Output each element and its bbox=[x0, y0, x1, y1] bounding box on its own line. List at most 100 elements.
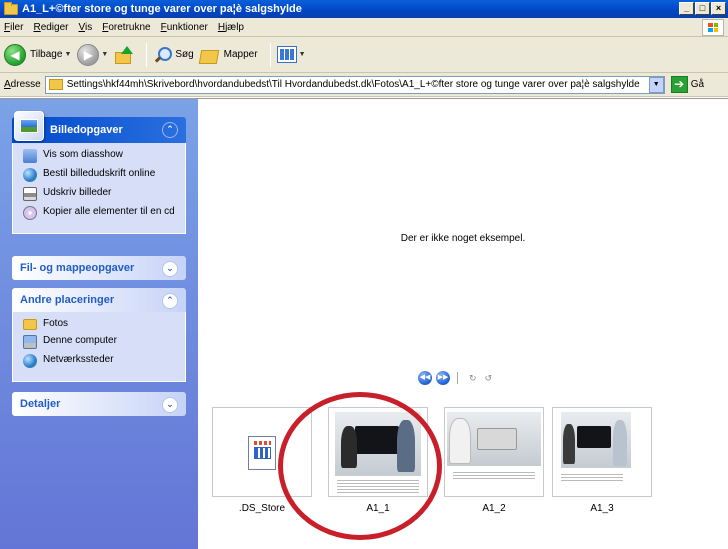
folders-button[interactable]: Mapper bbox=[200, 47, 258, 63]
expand-chevron-icon[interactable]: ⌄ bbox=[162, 397, 178, 413]
filmstrip-controls: ◀◀ ▶▶ ↻ ↺ bbox=[418, 371, 492, 385]
picture-tasks-title: Billedopgaver bbox=[50, 124, 123, 136]
thumbnail-frame bbox=[552, 407, 652, 497]
address-bar: Adresse Settings\hkf44mh\Skrivebord\hvor… bbox=[0, 73, 728, 97]
other-places-panel: Andre placeringer ⌃ Fotos Denne computer… bbox=[12, 288, 186, 382]
task-order-prints[interactable]: Bestil billedudskrift online bbox=[23, 168, 177, 182]
forward-dropdown-icon[interactable]: ▼ bbox=[101, 51, 108, 58]
up-folder-icon bbox=[114, 45, 134, 64]
menu-file[interactable]: Filer bbox=[4, 22, 23, 33]
menu-edit[interactable]: Rediger bbox=[33, 22, 68, 33]
task-print-pictures[interactable]: Udskriv billeder bbox=[23, 187, 177, 201]
toolbar: ◀ Tilbage ▼ ▶ ▼ Søg Mapper ▼ bbox=[0, 37, 728, 73]
folders-label: Mapper bbox=[223, 49, 258, 60]
person-shape bbox=[449, 418, 471, 464]
back-button[interactable]: ◀ Tilbage ▼ bbox=[4, 43, 71, 66]
title-bar[interactable]: A1_L+©fter store og tunge varer over pa¦… bbox=[0, 0, 728, 18]
file-name: A1_2 bbox=[482, 503, 506, 514]
toolbar-separator bbox=[269, 42, 271, 67]
slideshow-icon bbox=[23, 149, 37, 163]
details-header[interactable]: Detaljer ⌄ bbox=[12, 392, 186, 416]
other-places-title: Andre placeringer bbox=[20, 294, 115, 306]
task-copy-to-cd[interactable]: Kopier alle elementer til en cd bbox=[23, 206, 177, 220]
folder-icon bbox=[48, 79, 63, 90]
folder-icon bbox=[4, 1, 18, 15]
previous-image-button[interactable]: ◀◀ bbox=[418, 371, 432, 385]
controls-separator bbox=[457, 372, 458, 384]
collapse-chevron-icon[interactable]: ⌃ bbox=[162, 122, 178, 138]
preview-message: Der er ikke noget eksempel. bbox=[400, 233, 526, 244]
caption-text-lines bbox=[561, 474, 623, 482]
maximize-button[interactable]: □ bbox=[695, 2, 710, 15]
toolbar-separator bbox=[146, 42, 148, 67]
menu-help[interactable]: Hjælp bbox=[218, 22, 244, 33]
forward-arrow-icon: ▶ bbox=[77, 43, 100, 66]
window-controls: _ □ × bbox=[679, 2, 726, 15]
menu-bar: Filer Rediger Vis Foretrukne Funktioner … bbox=[0, 18, 728, 37]
up-folder-button[interactable] bbox=[114, 45, 134, 64]
thumbnail-a1-3[interactable]: A1_3 bbox=[552, 407, 652, 514]
filmstrip-pane: Der er ikke noget eksempel. ◀◀ ▶▶ ↻ ↺ .D… bbox=[198, 99, 728, 549]
generic-file-icon bbox=[248, 436, 276, 470]
file-tasks-header[interactable]: Fil- og mappeopgaver ⌄ bbox=[12, 256, 186, 280]
address-label: Adresse bbox=[4, 79, 41, 90]
task-label: Udskriv billeder bbox=[43, 187, 112, 198]
picture-tasks-header[interactable]: Billedopgaver ⌃ bbox=[12, 111, 186, 143]
picture-tasks-body: Vis som diasshow Bestil billedudskrift o… bbox=[12, 143, 186, 234]
address-dropdown-icon[interactable]: ▼ bbox=[648, 76, 664, 93]
search-icon bbox=[153, 46, 173, 64]
folders-icon bbox=[200, 47, 220, 63]
menu-view[interactable]: Vis bbox=[79, 22, 93, 33]
person-shape bbox=[613, 420, 627, 466]
file-tasks-title: Fil- og mappeopgaver bbox=[20, 262, 135, 274]
thumbnail-a1-2[interactable]: A1_2 bbox=[444, 407, 544, 514]
views-button[interactable]: ▼ bbox=[276, 46, 306, 63]
search-button[interactable]: Søg bbox=[153, 46, 194, 64]
go-button[interactable]: ➔ Gå bbox=[670, 76, 704, 93]
file-name: A1_3 bbox=[590, 503, 614, 514]
address-path: Settings\hkf44mh\Skrivebord\hvordandubed… bbox=[66, 79, 640, 90]
back-dropdown-icon[interactable]: ▼ bbox=[64, 51, 71, 58]
forward-button[interactable]: ▶ ▼ bbox=[77, 43, 108, 66]
place-my-computer[interactable]: Denne computer bbox=[23, 335, 177, 349]
network-icon bbox=[23, 354, 37, 368]
place-label: Fotos bbox=[43, 318, 69, 329]
menu-favorites[interactable]: Foretrukne bbox=[102, 22, 150, 33]
expand-chevron-icon[interactable]: ⌄ bbox=[162, 261, 178, 277]
next-image-button[interactable]: ▶▶ bbox=[436, 371, 450, 385]
close-button[interactable]: × bbox=[711, 2, 726, 15]
place-label: Netværkssteder bbox=[43, 354, 114, 365]
rotate-counterclockwise-icon[interactable]: ↺ bbox=[485, 373, 493, 384]
task-label: Bestil billedudskrift online bbox=[43, 168, 156, 179]
minimize-button[interactable]: _ bbox=[679, 2, 694, 15]
highlight-circle bbox=[278, 392, 442, 540]
picture-tasks-panel: Billedopgaver ⌃ Vis som diasshow Bestil … bbox=[12, 111, 186, 234]
photo-image bbox=[447, 412, 541, 466]
back-label: Tilbage bbox=[30, 49, 63, 60]
rotate-clockwise-icon[interactable]: ↻ bbox=[469, 373, 477, 384]
back-arrow-icon: ◀ bbox=[4, 43, 26, 66]
monitor-shape bbox=[477, 428, 517, 450]
menu-tools[interactable]: Funktioner bbox=[161, 22, 208, 33]
cd-icon bbox=[23, 206, 37, 220]
views-dropdown-icon[interactable]: ▼ bbox=[299, 51, 306, 58]
thumbnail-frame bbox=[444, 407, 544, 497]
other-places-body: Fotos Denne computer Netværkssteder bbox=[12, 312, 186, 382]
windows-logo-icon bbox=[702, 19, 724, 36]
computer-icon bbox=[23, 335, 37, 349]
address-field[interactable]: Settings\hkf44mh\Skrivebord\hvordandubed… bbox=[44, 75, 665, 94]
photo-image bbox=[561, 412, 631, 468]
go-arrow-icon: ➔ bbox=[670, 76, 688, 93]
task-pane: Billedopgaver ⌃ Vis som diasshow Bestil … bbox=[0, 99, 198, 549]
place-fotos[interactable]: Fotos bbox=[23, 318, 177, 330]
other-places-header[interactable]: Andre placeringer ⌃ bbox=[12, 288, 186, 312]
place-label: Denne computer bbox=[43, 335, 117, 346]
collapse-chevron-icon[interactable]: ⌃ bbox=[162, 293, 178, 309]
task-slideshow[interactable]: Vis som diasshow bbox=[23, 149, 177, 163]
printer-icon bbox=[23, 187, 37, 201]
search-label: Søg bbox=[175, 49, 194, 60]
place-network[interactable]: Netværkssteder bbox=[23, 354, 177, 368]
caption-text-lines bbox=[453, 472, 535, 480]
task-label: Kopier alle elementer til en cd bbox=[43, 206, 175, 217]
details-title: Detaljer bbox=[20, 398, 61, 410]
